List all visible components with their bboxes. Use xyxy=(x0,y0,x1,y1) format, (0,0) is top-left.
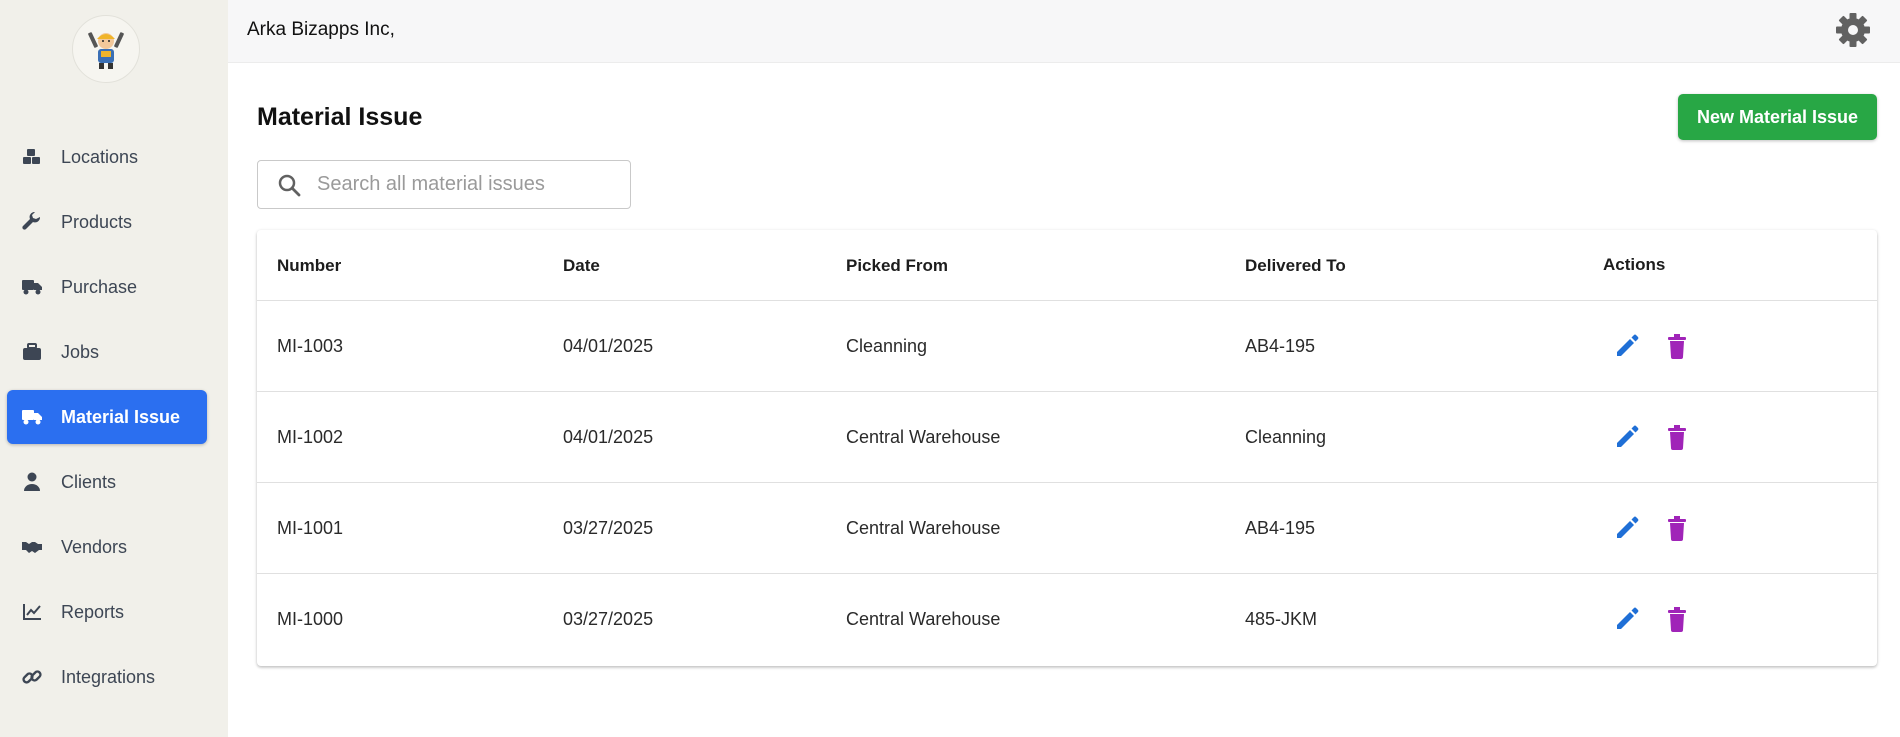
page-title: Material Issue xyxy=(257,103,423,131)
sidebar-item-reports[interactable]: Reports xyxy=(7,585,207,639)
sidebar-item-label: Reports xyxy=(61,601,125,622)
trash-icon[interactable] xyxy=(1665,424,1689,450)
table-row[interactable]: MI-1003 04/01/2025 Cleanning AB4-195 xyxy=(257,301,1877,392)
sidebar-item-products[interactable]: Products xyxy=(7,195,207,249)
wrench-icon xyxy=(21,211,43,233)
table-row[interactable]: MI-1000 03/27/2025 Central Warehouse 485… xyxy=(257,574,1877,664)
sidebar-item-label: Products xyxy=(61,211,133,232)
cell-number: MI-1002 xyxy=(277,427,344,447)
cell-picked-from: Central Warehouse xyxy=(846,518,1001,538)
column-header-number[interactable]: Number xyxy=(277,256,341,276)
search-icon xyxy=(277,173,301,197)
cell-delivered-to: 485-JKM xyxy=(1245,609,1318,629)
material-issue-table: Number Date Picked From Delivered To Act… xyxy=(257,230,1877,666)
cell-date: 04/01/2025 xyxy=(563,336,654,356)
handshake-icon xyxy=(21,536,43,558)
sidebar-item-jobs[interactable]: Jobs xyxy=(7,325,207,379)
cell-date: 04/01/2025 xyxy=(563,427,654,447)
briefcase-icon xyxy=(21,341,43,363)
sidebar-item-label: Purchase xyxy=(61,276,138,297)
sidebar-item-label: Material Issue xyxy=(61,406,181,427)
cell-date: 03/27/2025 xyxy=(563,609,654,629)
table-row[interactable]: MI-1002 04/01/2025 Central Warehouse Cle… xyxy=(257,392,1877,483)
cell-picked-from: Central Warehouse xyxy=(846,609,1001,629)
table-header: Number Date Picked From Delivered To Act… xyxy=(257,230,1877,301)
table-row[interactable]: MI-1001 03/27/2025 Central Warehouse AB4… xyxy=(257,483,1877,574)
search-box xyxy=(257,160,631,209)
sidebar-item-label: Clients xyxy=(61,471,117,492)
sidebar-item-integrations[interactable]: Integrations xyxy=(7,650,207,704)
cell-delivered-to: AB4-195 xyxy=(1245,518,1316,538)
trash-icon[interactable] xyxy=(1665,333,1689,359)
cell-number: MI-1003 xyxy=(277,336,344,356)
company-name: Arka Bizapps Inc, xyxy=(247,19,395,40)
trash-icon[interactable] xyxy=(1665,606,1689,632)
column-header-delivered-to[interactable]: Delivered To xyxy=(1245,256,1346,276)
search-input[interactable] xyxy=(317,173,617,196)
gear-icon[interactable] xyxy=(1834,11,1872,49)
column-header-actions: Actions xyxy=(1603,255,1666,274)
cell-picked-from: Central Warehouse xyxy=(846,427,1001,447)
cell-delivered-to: Cleanning xyxy=(1245,427,1327,447)
sidebar-item-label: Locations xyxy=(61,146,139,167)
worker-mascot-icon[interactable] xyxy=(72,15,140,83)
sidebar: Locations Products Purchase Jobs Materia… xyxy=(0,0,228,737)
cell-date: 03/27/2025 xyxy=(563,518,654,538)
truck-icon xyxy=(21,406,43,428)
sidebar-item-locations[interactable]: Locations xyxy=(7,130,207,184)
new-material-issue-button[interactable]: New Material Issue xyxy=(1678,94,1877,140)
pencil-icon[interactable] xyxy=(1614,606,1640,632)
top-bar: Arka Bizapps Inc, xyxy=(228,0,1900,63)
cubes-icon xyxy=(21,146,43,168)
pencil-icon[interactable] xyxy=(1614,424,1640,450)
sidebar-item-clients[interactable]: Clients xyxy=(7,455,207,509)
trash-icon[interactable] xyxy=(1665,515,1689,541)
cell-number: MI-1000 xyxy=(277,609,344,629)
cell-picked-from: Cleanning xyxy=(846,336,928,356)
pencil-icon[interactable] xyxy=(1614,333,1640,359)
cell-number: MI-1001 xyxy=(277,518,344,538)
sidebar-nav: Locations Products Purchase Jobs Materia… xyxy=(7,130,207,715)
sidebar-item-label: Jobs xyxy=(61,341,100,362)
sidebar-item-material-issue[interactable]: Material Issue xyxy=(7,390,207,444)
column-header-date[interactable]: Date xyxy=(563,256,600,276)
sidebar-item-purchase[interactable]: Purchase xyxy=(7,260,207,314)
sidebar-item-label: Vendors xyxy=(61,536,128,557)
link-icon xyxy=(21,666,43,688)
column-header-picked-from[interactable]: Picked From xyxy=(846,256,948,276)
cell-delivered-to: AB4-195 xyxy=(1245,336,1316,356)
truck-icon xyxy=(21,276,43,298)
pencil-icon[interactable] xyxy=(1614,515,1640,541)
sidebar-item-vendors[interactable]: Vendors xyxy=(7,520,207,574)
user-icon xyxy=(21,471,43,493)
sidebar-item-label: Integrations xyxy=(61,666,156,687)
chart-line-icon xyxy=(21,601,43,623)
